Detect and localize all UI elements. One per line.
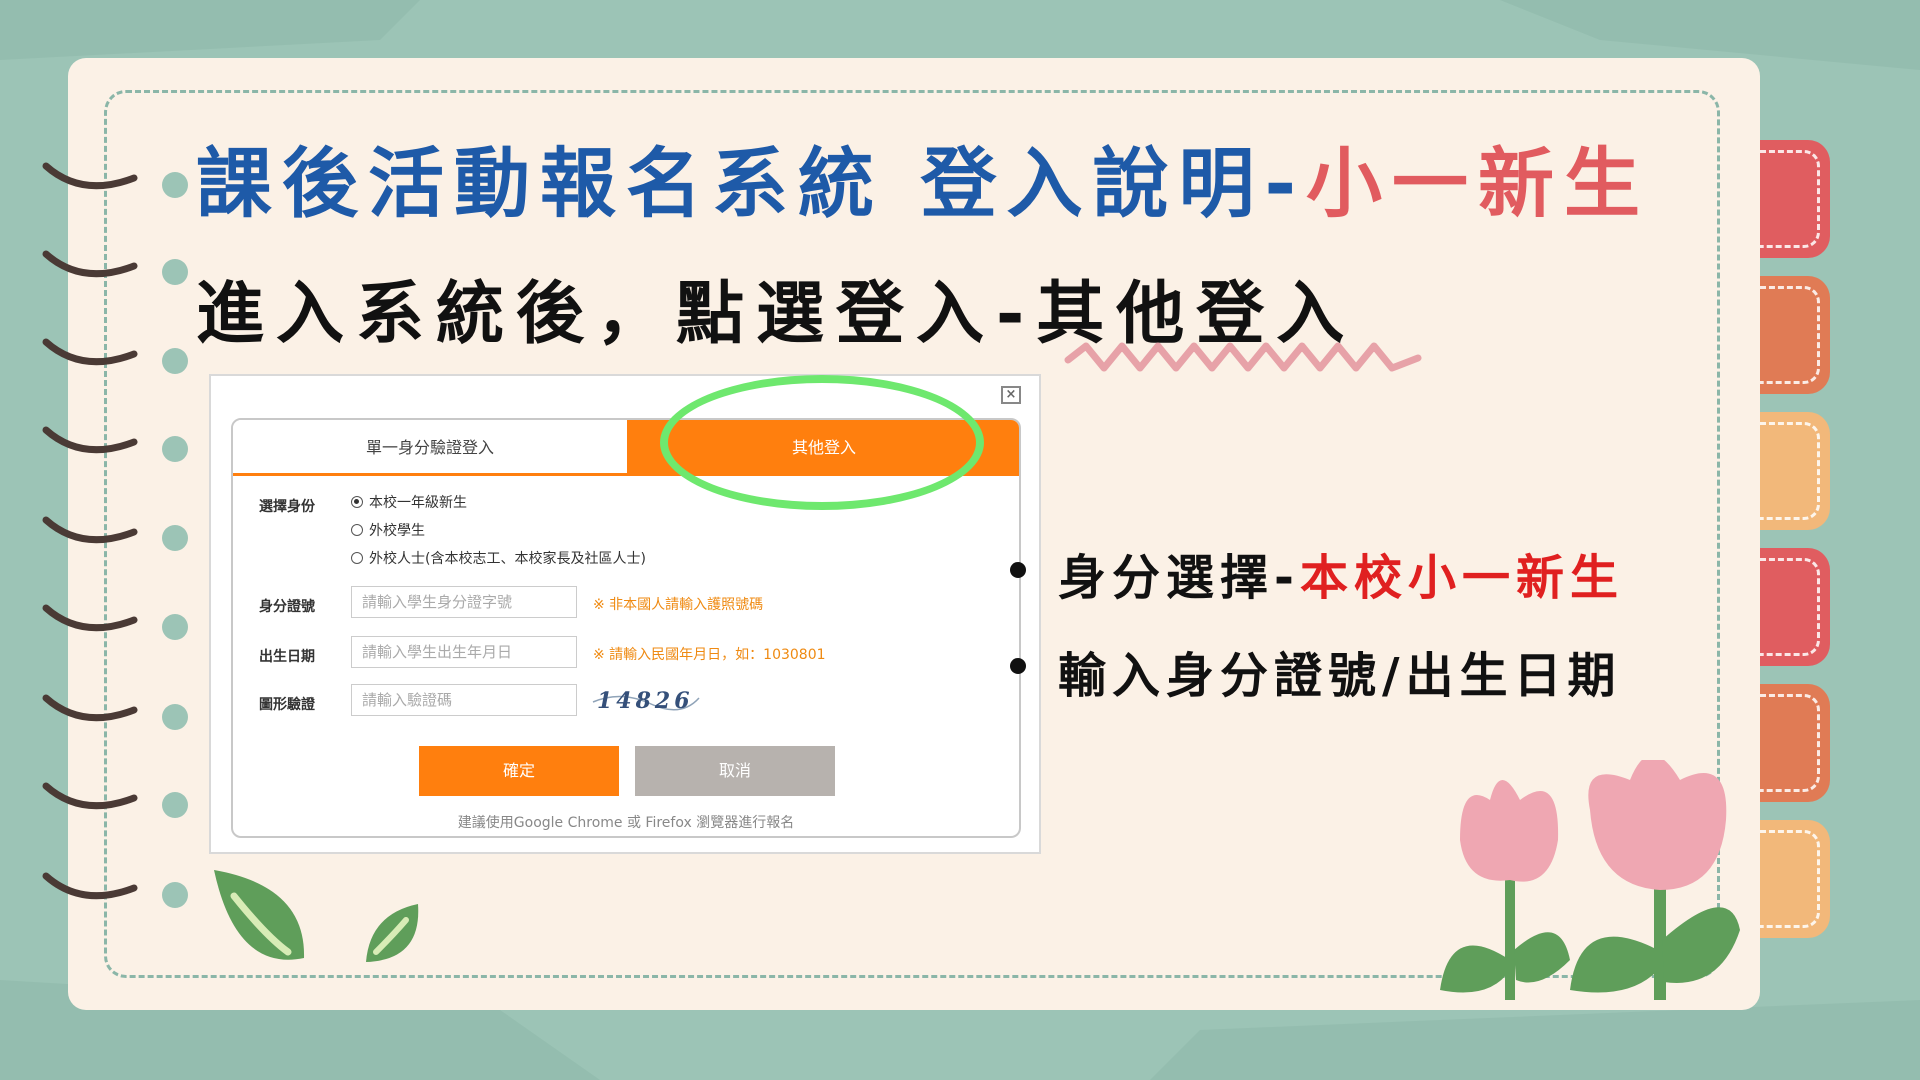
identity-option-1[interactable]: 本校一年級新生: [351, 492, 467, 512]
side-tab-4: [1760, 548, 1830, 666]
slide-title: 課後活動報名系統 登入說明-小一新生: [196, 139, 1651, 228]
binder-hole: [162, 882, 188, 908]
binder-ring: [42, 516, 138, 544]
bullet-input: 輸入身分證號/出生日期: [1058, 648, 1622, 704]
binder-ring: [42, 338, 138, 366]
identity-option-2[interactable]: 外校學生: [351, 520, 425, 540]
bullet-dot: [1010, 658, 1026, 674]
side-tab-1: [1760, 140, 1830, 258]
side-tab-2: [1760, 276, 1830, 394]
close-icon[interactable]: ×: [1001, 386, 1021, 404]
captcha-input[interactable]: 請輸入驗證碼: [351, 684, 577, 716]
cancel-button[interactable]: 取消: [635, 746, 835, 796]
bullet-highlight: 本校小一新生: [1299, 550, 1624, 606]
binder-ring: [42, 162, 138, 190]
birth-date-label: 出生日期: [259, 649, 315, 665]
leaf-icon: [366, 904, 419, 962]
radio-icon: [351, 552, 363, 564]
tulip-flowers: [1440, 760, 1740, 1000]
radio-selected-icon: [351, 496, 363, 508]
binder-ring: [42, 694, 138, 722]
binder-hole: [162, 614, 188, 640]
captcha-label: 圖形驗證: [259, 697, 315, 713]
captcha-image: 14826: [592, 688, 700, 714]
bullet-dot: [1010, 562, 1026, 578]
browser-note: 建議使用Google Chrome 或 Firefox 瀏覽器進行報名: [457, 815, 795, 831]
binder-hole: [162, 704, 188, 730]
zigzag-underline: [1064, 342, 1422, 372]
svg-text:14826: 14826: [597, 688, 694, 714]
binder-hole: [162, 525, 188, 551]
radio-icon: [351, 524, 363, 536]
slide-title-accent: 小一新生: [1306, 139, 1651, 228]
binder-ring: [42, 426, 138, 454]
identity-label: 選擇身份: [259, 499, 315, 515]
highlight-circle: [660, 375, 984, 510]
binder-ring: [42, 250, 138, 278]
bullet-identity: 身分選擇-本校小一新生: [1058, 550, 1624, 606]
binder-ring: [42, 872, 138, 900]
side-tab-5: [1760, 684, 1830, 802]
birth-date-input[interactable]: 請輸入學生出生年月日: [351, 636, 577, 668]
binder-hole: [162, 259, 188, 285]
confirm-button[interactable]: 確定: [419, 746, 619, 796]
side-tab-6: [1760, 820, 1830, 938]
binder-hole: [162, 792, 188, 818]
identity-option-3[interactable]: 外校人士(含本校志工、本校家長及社區人士): [351, 548, 646, 568]
binder-hole: [162, 172, 188, 198]
side-tab-3: [1760, 412, 1830, 530]
binder-hole: [162, 348, 188, 374]
binder-hole: [162, 436, 188, 462]
id-number-label: 身分證號: [259, 599, 315, 615]
binder-ring: [42, 782, 138, 810]
birth-date-hint: ※ 請輸入民國年月日，如：1030801: [593, 647, 826, 663]
leaf-icon: [214, 870, 305, 960]
id-number-input[interactable]: 請輸入學生身分證字號: [351, 586, 577, 618]
id-number-hint: ※ 非本國人請輸入護照號碼: [593, 597, 764, 613]
tab-single-sign-on[interactable]: 單一身分驗證登入: [233, 420, 627, 476]
binder-ring: [42, 604, 138, 632]
